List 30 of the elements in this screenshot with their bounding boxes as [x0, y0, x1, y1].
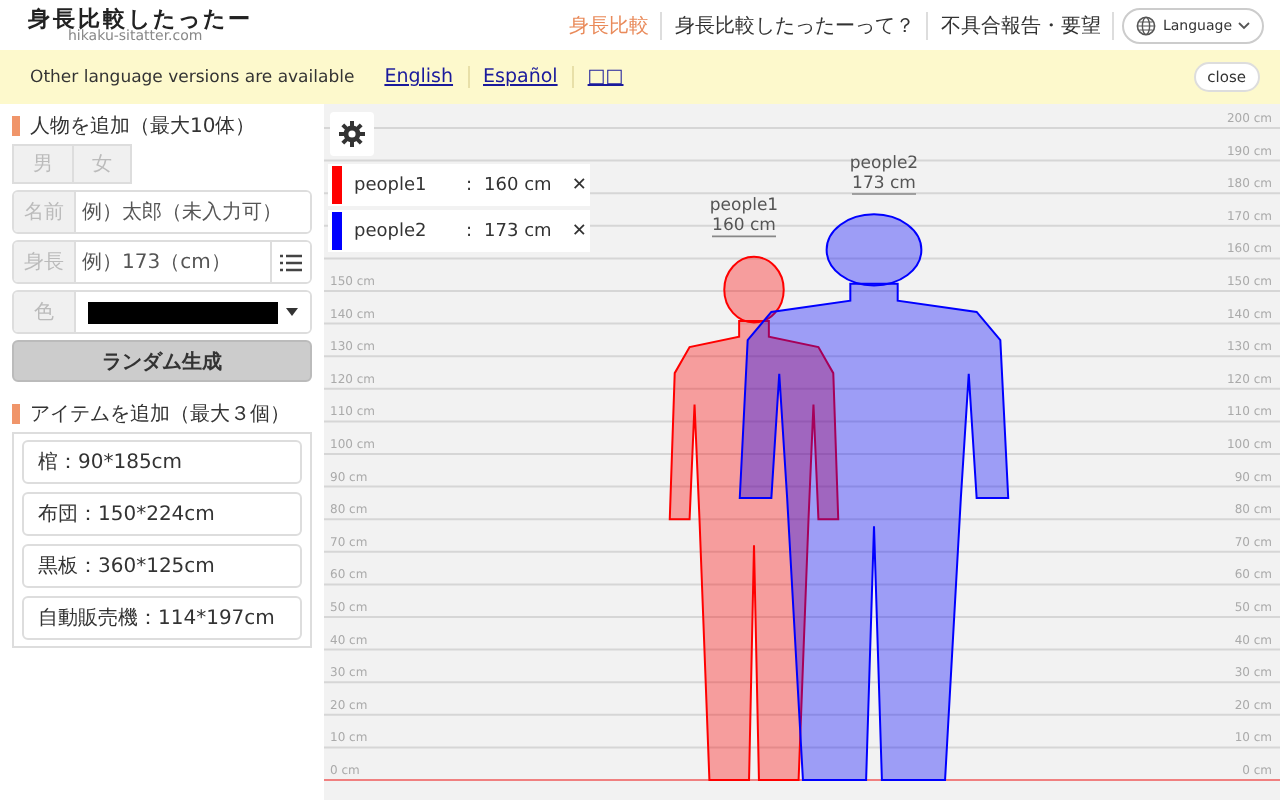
random-button[interactable]: ランダム生成	[12, 340, 312, 382]
settings-icon	[338, 120, 366, 148]
language-link[interactable]: Español	[467, 66, 572, 88]
chevron-down-icon	[1238, 21, 1250, 29]
item-option[interactable]: 黒板：360*125cm	[22, 544, 302, 588]
item-option[interactable]: 自動販売機：114*197cm	[22, 596, 302, 640]
person-name: people1	[354, 175, 429, 195]
item-option[interactable]: 棺：90*185cm	[22, 440, 302, 484]
person-height-label: 173 cm	[852, 174, 916, 194]
separator: :	[466, 175, 473, 195]
remove-button[interactable]: ✕	[571, 221, 587, 241]
person-name: people2	[354, 221, 429, 241]
person-height: 160 cm	[484, 175, 552, 195]
language-link[interactable]: □□	[571, 66, 638, 88]
item-option[interactable]: 布団：150*224cm	[22, 492, 302, 536]
person-name-label: people2	[849, 154, 919, 174]
person-height-label: 160 cm	[712, 216, 776, 237]
section-heading: 人物を追加（最大10体）	[30, 113, 256, 139]
banner-message: Other language versions are available	[30, 67, 355, 87]
person-name-label: people1	[709, 196, 779, 217]
person-height: 173 cm	[484, 221, 552, 241]
settings-button[interactable]	[330, 112, 374, 156]
language-link[interactable]: English	[370, 66, 468, 88]
nav-link[interactable]: 身長比較したったーって？	[662, 11, 929, 39]
section-heading: アイテムを追加（最大３個）	[30, 401, 290, 427]
remove-button[interactable]: ✕	[571, 175, 587, 195]
nav-link[interactable]: 不具合報告・要望	[928, 11, 1115, 39]
site-title[interactable]: 身長比較したったー	[28, 7, 253, 29]
separator: :	[466, 221, 473, 241]
globe-icon	[1136, 15, 1157, 35]
